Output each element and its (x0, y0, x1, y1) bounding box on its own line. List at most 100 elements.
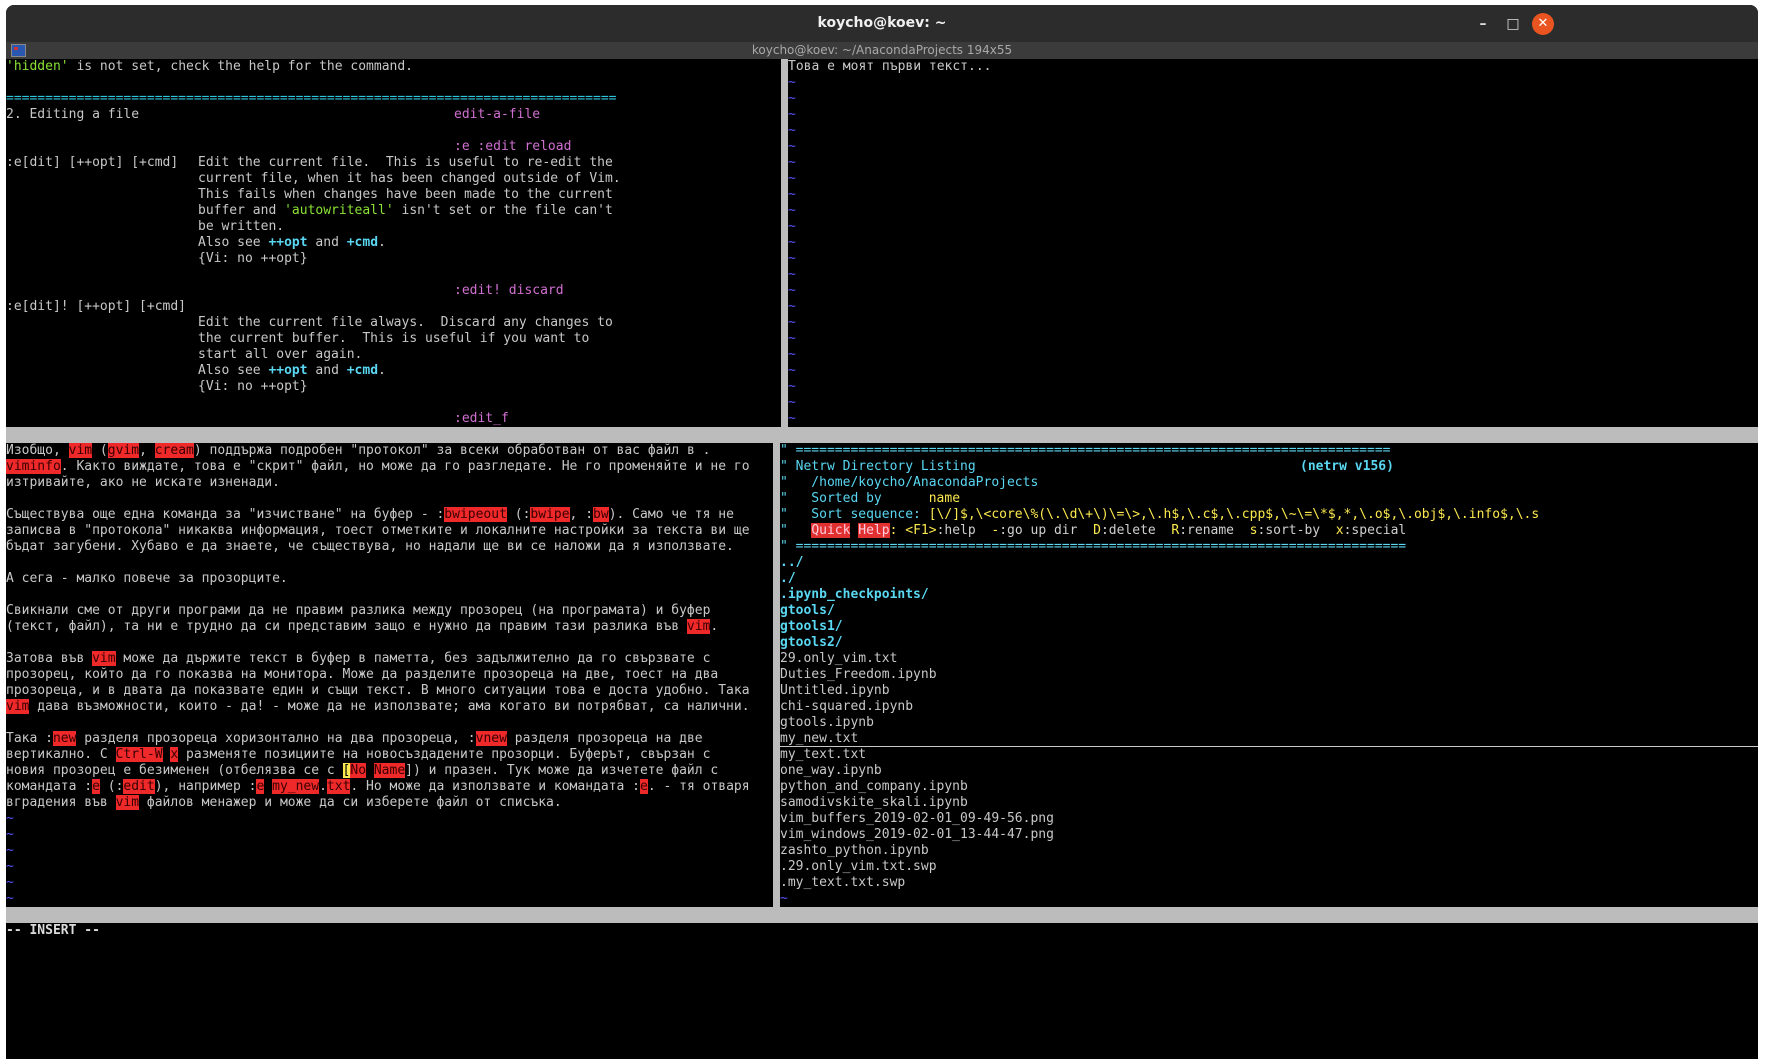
empty-line-tilde: ~ (788, 75, 796, 90)
minimize-button[interactable]: – (1472, 13, 1494, 35)
empty-line-tilde: ~ (788, 139, 796, 154)
help-rule: ========================================… (6, 91, 617, 106)
terminal-tab-bar: koycho@koev: ~/AnacondaProjects 194x55 (6, 42, 1758, 59)
vim-text-window[interactable]: Изобщо, vim (gvim, cream) поддържа подро… (6, 443, 773, 907)
maximize-button[interactable]: □ (1502, 13, 1524, 35)
status-position: 19,1 (1412, 939, 1444, 954)
text-line: изтривайте, ако не искате изненади. (6, 475, 280, 490)
directory-entry[interactable]: gtools1/ (780, 619, 843, 635)
file-entry[interactable]: one_way.ipynb (780, 763, 882, 779)
help-tag[interactable]: edit-a-file (454, 107, 540, 123)
text-line: vim дава възможности, които - да! - може… (6, 699, 750, 714)
text-line: be written. (198, 219, 285, 234)
text-line: Also see ++opt and +cmd. (198, 363, 386, 378)
text-line: командата :e (:edit), например :e my_new… (6, 779, 750, 794)
text-line: прозореца, и в двата да показвате един и… (6, 683, 750, 698)
file-entry-cursor[interactable]: my_new.txt (780, 731, 1758, 747)
text-line: Съществува още една команда за "изчиства… (6, 507, 734, 522)
empty-line-tilde: ~ (788, 123, 796, 138)
help-tag[interactable]: :edit_f (454, 411, 509, 427)
text-line: Also see ++opt and +cmd. (198, 235, 386, 250)
file-entry[interactable]: samodivskite_skali.ipynb (780, 795, 968, 811)
file-entry[interactable]: python_and_company.ipynb (780, 779, 968, 795)
empty-line-tilde: ~ (788, 299, 796, 314)
empty-line-tilde: ~ (6, 859, 14, 874)
directory-entry[interactable]: gtools/ (780, 603, 835, 619)
empty-line-tilde: ~ (788, 363, 796, 378)
text-line: новия прозорец е безименен (отбелязва се… (6, 763, 719, 778)
window-separator[interactable] (773, 443, 780, 907)
directory-entry[interactable]: gtools2/ (780, 635, 843, 651)
empty-line-tilde: ~ (788, 235, 796, 250)
empty-line-tilde: ~ (6, 827, 14, 842)
netrw-quick-help: " Quick Help: <F1>:help -:go up dir D:de… (780, 523, 1407, 538)
directory-entry[interactable]: ./ (780, 571, 796, 587)
empty-line-tilde: ~ (788, 283, 796, 298)
text-line: записва в "протокола" никаква информация… (6, 523, 750, 538)
file-entry[interactable]: gtools.ipynb (780, 715, 874, 731)
file-entry[interactable]: Duties_Freedom.ipynb (780, 667, 937, 683)
text-line: 'hidden' is not set, check the help for … (6, 59, 413, 74)
file-entry[interactable]: .29.only_vim.txt.swp (780, 859, 937, 875)
file-entry[interactable]: .my_text.txt.swp (780, 875, 905, 891)
terminal-tab-title[interactable]: koycho@koev: ~/AnacondaProjects 194x55 (6, 43, 1758, 57)
text-line: вградения във vim файлов менажер и може … (6, 795, 562, 810)
text-line: Изобщо, vim (gvim, cream) поддържа подро… (6, 443, 711, 458)
empty-line-tilde: ~ (6, 843, 14, 858)
text-line: (текст, файл), та ни е трудно да си пред… (6, 619, 719, 634)
help-window[interactable]: 'hidden' is not set, check the help for … (6, 59, 781, 427)
status-percent: All (1732, 955, 1756, 970)
directory-entry[interactable]: .ipynb_checkpoints/ (780, 587, 929, 603)
file-entry[interactable]: vim_windows_2019-02-01_13-44-47.png (780, 827, 1054, 843)
file-entry[interactable]: chi-squared.ipynb (780, 699, 913, 715)
vim-text-status-line: 29.only_vim.txt [+] 61,751-456 Bot (6, 907, 780, 970)
text-line: current file, when it has been changed o… (198, 171, 621, 186)
text-line: {Vi: no ++opt} (198, 251, 308, 266)
netrw-status-line: ~/AnacondaProjects [RO] 19,1 All (780, 907, 1758, 970)
text-line: start all over again. (198, 347, 363, 362)
directory-entry[interactable]: ../ (780, 555, 803, 571)
netrw-version: (netrw v156) (1300, 459, 1394, 474)
help-command: :e[dit]! [++opt] [+cmd] (6, 299, 187, 314)
file-entry[interactable]: zashto_python.ipynb (780, 843, 929, 859)
empty-line-tilde: ~ (788, 203, 796, 218)
help-tag[interactable]: :e :edit reload (454, 139, 571, 155)
close-button[interactable]: ✕ (1532, 13, 1554, 35)
help-tag[interactable]: :edit! discard (454, 283, 564, 299)
text-line: А сега - малко повече за прозорците. (6, 571, 288, 586)
title-bar: koycho@koev: ~ – □ ✕ (6, 5, 1758, 42)
empty-line-tilde: ~ (780, 891, 788, 906)
netrw-window[interactable]: " ======================================… (780, 443, 1758, 907)
file-entry[interactable]: vim_buffers_2019-02-01_09-49-56.png (780, 811, 1054, 827)
text-line: вертикално. С Ctrl-W x разменяте позиции… (6, 747, 711, 762)
empty-line-tilde: ~ (6, 811, 14, 826)
text-line: Свикнали сме от други програми да не пра… (6, 603, 711, 618)
empty-line-tilde: ~ (788, 107, 796, 122)
text-line: Затова във vim може да държите текст в б… (6, 651, 711, 666)
empty-line-tilde: ~ (788, 267, 796, 282)
empty-line-tilde: ~ (788, 379, 796, 394)
text-line: {Vi: no ++opt} (198, 379, 308, 394)
status-filename: ~/AnacondaProjects [RO] (780, 923, 961, 938)
empty-line-tilde: ~ (788, 347, 796, 362)
my-text-window[interactable]: Това е моят първи текст... ~ ~ ~ ~ ~ ~ ~ ~ ~ ~ ~ ~ ~… (788, 59, 1758, 427)
empty-line-tilde: ~ (788, 219, 796, 234)
help-command: :e[dit] [++opt] [+cmd] (6, 155, 179, 170)
status-percent: Bot (750, 955, 774, 970)
file-entry[interactable]: Untitled.ipynb (780, 683, 890, 699)
empty-line-tilde: ~ (6, 891, 14, 906)
window-separator[interactable] (781, 59, 788, 443)
help-status-line: editing.txt [Help][RO] 198,13-62 11% (6, 427, 781, 490)
help-heading: 2. Editing a file (6, 107, 140, 122)
empty-line-tilde: ~ (788, 411, 796, 426)
file-entry[interactable]: 29.only_vim.txt (780, 651, 897, 667)
window-title: koycho@koev: ~ (817, 15, 947, 31)
text-line: Това е моят първи текст... (788, 59, 992, 74)
netrw-sort-sequence: " Sort sequence: [\/]$,\<core\%(\.\d\+\)… (780, 507, 1540, 522)
file-entry[interactable]: my_text.txt (780, 747, 866, 763)
mode-indicator: -- INSERT -- (6, 923, 100, 938)
empty-line-tilde: ~ (788, 91, 796, 106)
empty-line-tilde: ~ (788, 171, 796, 186)
text-line: прозорец, който да го показва на монитор… (6, 667, 719, 682)
empty-line-tilde: ~ (788, 395, 796, 410)
